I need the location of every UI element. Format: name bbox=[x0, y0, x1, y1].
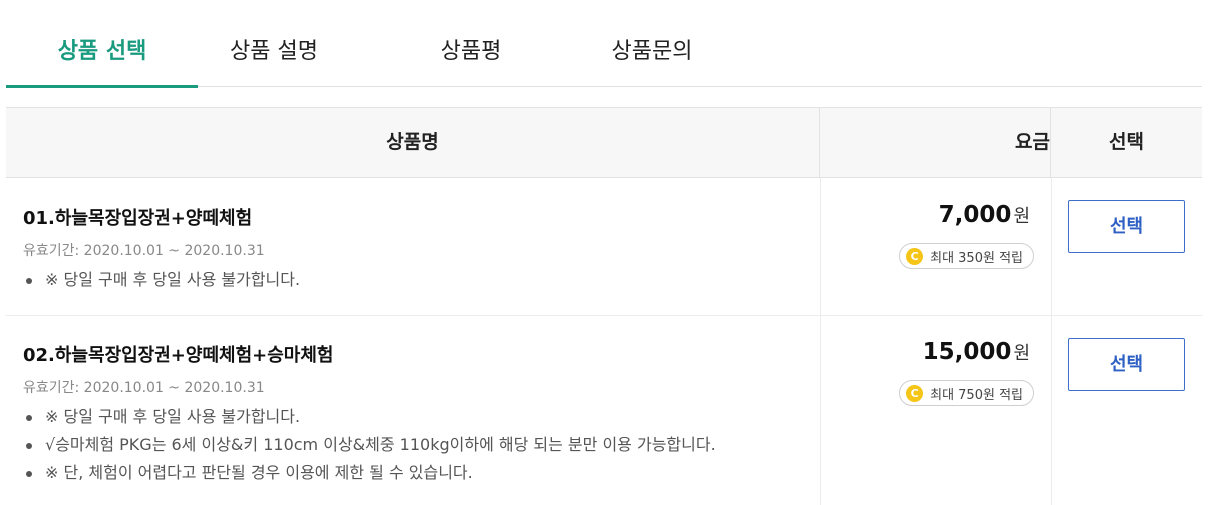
coin-icon: C bbox=[906, 384, 924, 402]
coin-icon: C bbox=[906, 247, 924, 265]
column-divider bbox=[1051, 178, 1052, 315]
points-text: 최대 350원 적립 bbox=[930, 250, 1023, 266]
column-divider bbox=[1051, 316, 1052, 505]
product-name: 01.하늘목장입장권+양떼체험 bbox=[23, 208, 253, 229]
table-header: 상품명 요금 선택 bbox=[6, 107, 1202, 178]
tab-product-reviews[interactable]: 상품평 bbox=[375, 0, 567, 87]
product-notes: ※ 당일 구매 후 당일 사용 불가합니다. bbox=[23, 266, 300, 294]
product-name: 02.하늘목장입장권+양떼체험+승마체험 bbox=[23, 345, 334, 366]
price-amount: 15,000 bbox=[922, 339, 1012, 365]
tab-product-description[interactable]: 상품 설명 bbox=[178, 0, 370, 87]
product-tabs: 상품 선택 상품 설명 상품평 상품문의 bbox=[6, 0, 1202, 88]
table-row: 01.하늘목장입장권+양떼체험 유효기간: 2020.10.01 ~ 2020.… bbox=[6, 178, 1202, 316]
note-item: √승마체험 PKG는 6세 이상&키 110cm 이상&체중 110kg이하에 … bbox=[23, 431, 716, 459]
price-unit: 원 bbox=[1013, 206, 1030, 227]
note-item: ※ 단, 체험이 어렵다고 판단될 경우 이용에 제한 될 수 있습니다. bbox=[23, 459, 716, 487]
select-button[interactable]: 선택 bbox=[1068, 200, 1185, 253]
table-row: 02.하늘목장입장권+양떼체험+승마체험 유효기간: 2020.10.01 ~ … bbox=[6, 316, 1202, 505]
price-amount: 7,000 bbox=[938, 202, 1012, 228]
validity-period: 유효기간: 2020.10.01 ~ 2020.10.31 bbox=[23, 243, 265, 259]
note-item: ※ 당일 구매 후 당일 사용 불가합니다. bbox=[23, 403, 716, 431]
header-product-name: 상품명 bbox=[6, 108, 820, 177]
points-badge: C 최대 350원 적립 bbox=[899, 243, 1034, 269]
price: 7,000 원 bbox=[939, 202, 1030, 228]
points-badge: C 최대 750원 적립 bbox=[899, 380, 1034, 406]
price: 15,000 원 bbox=[923, 339, 1030, 365]
header-price: 요금 bbox=[820, 108, 1051, 177]
note-item: ※ 당일 구매 후 당일 사용 불가합니다. bbox=[23, 266, 300, 294]
header-select: 선택 bbox=[1109, 131, 1144, 153]
column-divider bbox=[820, 316, 821, 505]
price-unit: 원 bbox=[1013, 343, 1030, 364]
select-button[interactable]: 선택 bbox=[1068, 338, 1185, 391]
validity-period: 유효기간: 2020.10.01 ~ 2020.10.31 bbox=[23, 380, 265, 396]
points-text: 최대 750원 적립 bbox=[930, 387, 1023, 403]
product-table: 상품명 요금 선택 01.하늘목장입장권+양떼체험 유효기간: 2020.10.… bbox=[6, 107, 1202, 505]
column-divider bbox=[820, 178, 821, 315]
tab-product-inquiry[interactable]: 상품문의 bbox=[556, 0, 748, 87]
product-notes: ※ 당일 구매 후 당일 사용 불가합니다. √승마체험 PKG는 6세 이상&… bbox=[23, 403, 716, 487]
tab-product-select[interactable]: 상품 선택 bbox=[6, 0, 198, 88]
